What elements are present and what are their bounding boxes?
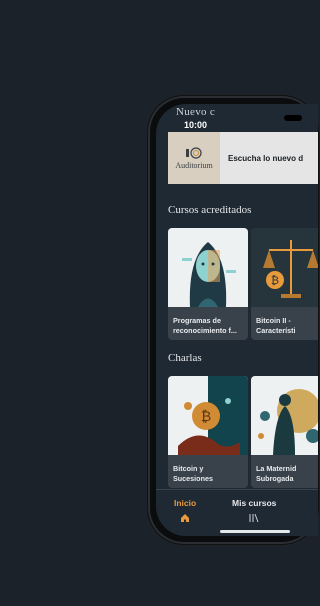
talk-title-line2: Subrogada: [256, 474, 294, 483]
auditorium-logo: Auditorium: [168, 132, 220, 184]
course-thumbnail: ₿: [251, 228, 318, 307]
tab-home-label: Inicio: [174, 498, 197, 508]
tab-courses-label: Mis cursos: [232, 498, 277, 508]
auditorium-banner[interactable]: Auditorium Escucha lo nuevo d: [168, 132, 318, 184]
tab-my-courses[interactable]: Mis cursos: [232, 498, 276, 523]
library-icon: [249, 513, 259, 523]
svg-text:₿: ₿: [201, 409, 211, 425]
course-title-line1: Bitcoin II -: [256, 316, 291, 325]
talk-title-line1: La Maternid: [256, 464, 297, 473]
talk-card[interactable]: ₿ Bitcoin y Sucesiones: [168, 376, 248, 488]
talk-card-label: La Maternid Subrogada: [251, 460, 318, 488]
talk-card[interactable]: La Maternid Subrogada: [251, 376, 318, 488]
page-title: Nuevo c: [176, 106, 216, 118]
app-screen: Nuevo c 10:00 Auditorium Escucha lo nuev…: [156, 104, 318, 536]
course-title-line2: Característi: [256, 326, 296, 335]
course-card-label: Programas de reconocimiento f...: [168, 312, 248, 340]
course-title-line1: Programas de: [173, 316, 221, 325]
auditorium-logo-text: Auditorium: [175, 161, 213, 170]
section-title-accredited: Cursos acreditados: [168, 204, 252, 216]
home-indicator: [220, 530, 290, 533]
tab-home[interactable]: Inicio: [174, 498, 196, 523]
home-icon: [181, 514, 190, 522]
section-title-talks: Charlas: [168, 352, 202, 364]
auditorium-mark-icon: [186, 147, 202, 159]
talk-title-line2: Sucesiones: [173, 474, 213, 483]
talk-thumbnail: [251, 376, 318, 455]
talk-title-line1: Bitcoin y: [173, 464, 204, 473]
auditorium-tagline: Escucha lo nuevo d: [228, 153, 304, 163]
bottom-tab-bar: Inicio Mis cursos: [156, 489, 318, 536]
status-time: 10:00: [184, 120, 208, 130]
talk-thumbnail: ₿: [168, 376, 248, 455]
course-card-label: Bitcoin II - Característi: [251, 312, 318, 340]
camera-notch: [284, 115, 302, 121]
svg-text:₿: ₿: [271, 274, 279, 287]
course-title-line2: reconocimiento f...: [173, 326, 237, 335]
course-thumbnail: [168, 228, 248, 307]
course-card[interactable]: ₿ Bitcoin II - Característi: [251, 228, 318, 340]
talk-card-label: Bitcoin y Sucesiones: [168, 460, 248, 488]
course-card[interactable]: Programas de reconocimiento f...: [168, 228, 248, 340]
phone-frame: Nuevo c 10:00 Auditorium Escucha lo nuev…: [148, 96, 318, 544]
